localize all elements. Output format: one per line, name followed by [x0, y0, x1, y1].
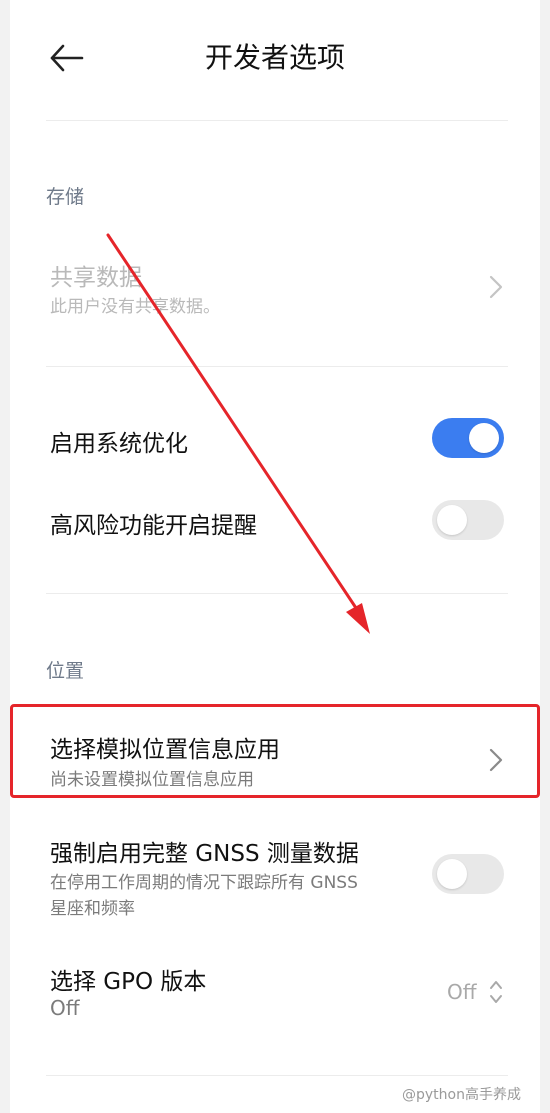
right-border	[540, 0, 550, 1113]
section-label-location: 位置	[46, 660, 85, 682]
shared-data-title: 共享数据	[50, 265, 142, 291]
gpo-version-subtitle: Off	[50, 996, 80, 1020]
shared-data-row[interactable]: 共享数据 此用户没有共享数据。	[10, 246, 540, 326]
divider	[46, 366, 508, 367]
gnss-measurement-row[interactable]: 强制启用完整 GNSS 测量数据 在停用工作周期的情况下跟踪所有 GNSS 星座…	[10, 822, 540, 922]
divider	[46, 593, 508, 594]
risk-alert-toggle[interactable]	[432, 500, 504, 540]
shared-data-subtitle: 此用户没有共享数据。	[50, 297, 220, 317]
gpo-version-title: 选择 GPO 版本	[50, 969, 207, 995]
gnss-subtitle-line1: 在停用工作周期的情况下跟踪所有 GNSS	[50, 873, 358, 893]
toggle-knob	[437, 859, 467, 889]
left-border	[0, 0, 10, 1113]
watermark: @python高手养成	[402, 1087, 521, 1103]
chevron-right-icon	[489, 275, 503, 299]
page-title: 开发者选项	[204, 41, 345, 74]
system-optimization-toggle[interactable]	[432, 418, 504, 458]
divider	[46, 120, 508, 121]
chevron-up-down-icon	[490, 981, 502, 1003]
system-optimization-row[interactable]: 启用系统优化	[10, 410, 540, 470]
gnss-subtitle-line2: 星座和频率	[50, 899, 135, 919]
toggle-knob	[469, 423, 499, 453]
system-optimization-title: 启用系统优化	[50, 431, 188, 457]
risk-alert-title: 高风险功能开启提醒	[50, 513, 257, 539]
gnss-title: 强制启用完整 GNSS 测量数据	[50, 841, 359, 867]
gnss-toggle[interactable]	[432, 854, 504, 894]
section-label-storage: 存储	[46, 186, 85, 208]
gpo-version-row[interactable]: 选择 GPO 版本 Off Off	[10, 952, 540, 1032]
annotation-highlight-box	[10, 704, 540, 798]
risk-alert-row[interactable]: 高风险功能开启提醒	[10, 492, 540, 552]
developer-options-page: 开发者选项 存储 共享数据 此用户没有共享数据。 启用系统优化 高风险功能开启提…	[10, 0, 540, 1113]
gpo-version-value: Off	[447, 980, 477, 1004]
divider	[46, 1075, 508, 1076]
toggle-knob	[437, 505, 467, 535]
